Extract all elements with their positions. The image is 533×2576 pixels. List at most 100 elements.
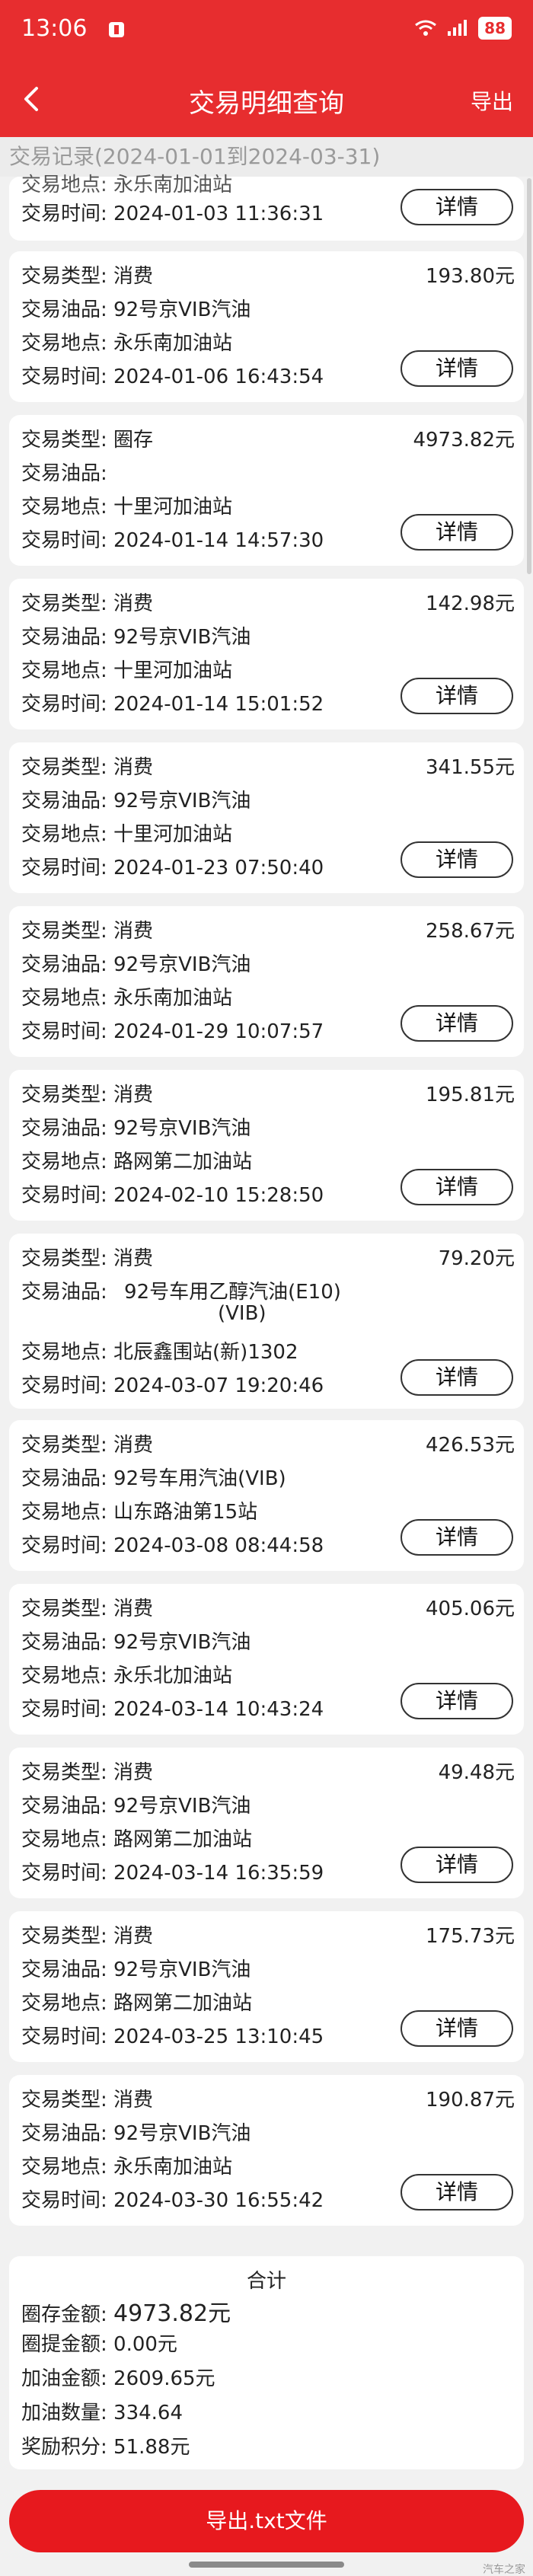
record-place: 交易地点: 北辰鑫围站(新)1302 bbox=[21, 1341, 298, 1364]
record-type: 交易类型: 消费 bbox=[21, 1247, 154, 1270]
detail-button[interactable]: 详情 bbox=[401, 841, 513, 878]
record-oil: 交易油品: 92号车用汽油(VIB) bbox=[21, 1467, 286, 1490]
record-card: 交易类型: 消费 交易油品: 92号京VIB汽油 交易地点: 永乐南加油站 交易时间:… bbox=[9, 2075, 524, 2226]
summary-points: 奖励积分: 51.88元 bbox=[21, 2436, 190, 2459]
record-time: 交易时间: 2024-03-25 13:10:45 bbox=[21, 2025, 324, 2048]
summary-title: 合计 bbox=[246, 2270, 286, 2293]
summary-load: 圈存金额: 4973.82元 bbox=[21, 2300, 231, 2327]
export-txt-button[interactable]: 导出.txt文件 bbox=[9, 2490, 524, 2552]
record-amount: 49.48元 bbox=[438, 1761, 515, 1784]
record-time: 交易时间: 2024-03-07 19:20:46 bbox=[21, 1374, 324, 1397]
export-link[interactable]: 导出 bbox=[471, 85, 513, 116]
summary-fuel-amount: 加油金额: 2609.65元 bbox=[21, 2367, 215, 2390]
detail-button[interactable]: 详情 bbox=[401, 2010, 513, 2047]
record-amount: 142.98元 bbox=[426, 592, 515, 615]
record-oil: 交易油品: 92号京VIB汽油 bbox=[21, 1958, 251, 1981]
system-icons: 88 bbox=[414, 17, 512, 40]
detail-button[interactable]: 详情 bbox=[401, 1683, 513, 1719]
record-place: 交易地点: 十里河加油站 bbox=[21, 496, 233, 519]
summary-withdraw: 圈提金额: 0.00元 bbox=[21, 2333, 177, 2356]
record-time: 交易时间: 2024-01-14 14:57:30 bbox=[21, 529, 324, 552]
record-oil-line2: (VIB) bbox=[218, 1302, 266, 1325]
record-amount: 195.81元 bbox=[426, 1084, 515, 1106]
record-type: 交易类型: 消费 bbox=[21, 1761, 154, 1784]
detail-button[interactable]: 详情 bbox=[401, 1005, 513, 1042]
record-oil: 交易油品: 92号京VIB汽油 bbox=[21, 1117, 251, 1140]
record-amount: 341.55元 bbox=[426, 756, 515, 779]
detail-button[interactable]: 详情 bbox=[401, 189, 513, 225]
detail-button[interactable]: 详情 bbox=[401, 514, 513, 551]
record-place: 交易地点: 十里河加油站 bbox=[21, 659, 233, 682]
record-card-partial: 交易地点: 永乐南加油站 交易时间: 2024-01-03 11:36:31 详… bbox=[9, 174, 524, 241]
summary-fuel-quantity: 加油数量: 334.64 bbox=[21, 2402, 184, 2424]
record-time: 交易时间: 2024-01-29 10:07:57 bbox=[21, 1020, 324, 1043]
signal-icon bbox=[448, 20, 468, 36]
detail-button[interactable]: 详情 bbox=[401, 1169, 513, 1205]
record-type: 交易类型: 消费 bbox=[21, 1434, 154, 1457]
record-oil: 交易油品: 92号京VIB汽油 bbox=[21, 953, 251, 976]
record-place: 交易地点: 十里河加油站 bbox=[21, 823, 233, 846]
record-card: 交易类型: 消费交易油品: 92号京VIB汽油 交易地点: 十里河加油站交易时间:… bbox=[9, 742, 524, 893]
record-time: 交易时间: 2024-01-23 07:50:40 bbox=[21, 857, 324, 879]
record-place: 交易地点: 路网第二加油站 bbox=[21, 1828, 253, 1851]
detail-button[interactable]: 详情 bbox=[401, 350, 513, 387]
record-amount: 79.20元 bbox=[438, 1247, 515, 1270]
detail-button[interactable]: 详情 bbox=[401, 678, 513, 714]
record-type: 交易类型: 消费 bbox=[21, 265, 154, 288]
app-header: 交易明细查询 导出 bbox=[0, 61, 533, 137]
detail-button[interactable]: 详情 bbox=[401, 2174, 513, 2211]
record-type: 交易类型: 圈存 bbox=[21, 429, 154, 452]
page-title: 交易明细查询 bbox=[189, 88, 344, 119]
record-place: 交易地点: 路网第二加油站 bbox=[21, 1992, 253, 2015]
home-indicator bbox=[189, 2562, 344, 2568]
record-card: 交易类型: 消费交易油品: 92号京VIB汽油 交易地点: 永乐南加油站交易时间:… bbox=[9, 906, 524, 1057]
status-time: 13:06 bbox=[21, 15, 88, 42]
record-place: 交易地点: 永乐南加油站 bbox=[21, 332, 233, 355]
record-card: 交易类型: 消费交易油品: 92号京VIB汽油 交易地点: 永乐南加油站交易时间:… bbox=[9, 251, 524, 402]
record-card: 交易类型: 消费 交易油品: 92号京VIB汽油 交易地点: 路网第二加油站 交易时间… bbox=[9, 1748, 524, 1898]
record-amount: 175.73元 bbox=[426, 1925, 515, 1948]
summary-card: 合计 圈存金额: 4973.82元 圈提金额: 0.00元 加油金额: 2609… bbox=[9, 2256, 524, 2469]
record-amount: 193.80元 bbox=[426, 265, 515, 288]
record-amount: 405.06元 bbox=[426, 1598, 515, 1620]
record-place: 交易地点: 路网第二加油站 bbox=[21, 1151, 253, 1173]
record-oil: 交易油品: 92号车用乙醇汽油(E10) bbox=[21, 1281, 341, 1304]
record-type: 交易类型: 消费 bbox=[21, 756, 154, 779]
record-oil: 交易油品: 92号京VIB汽油 bbox=[21, 1631, 251, 1654]
record-time: 交易时间: 2024-02-10 15:28:50 bbox=[21, 1184, 324, 1207]
detail-button[interactable]: 详情 bbox=[401, 1519, 513, 1556]
record-time: 交易时间: 2024-03-08 08:44:58 bbox=[21, 1534, 324, 1557]
record-card: 交易类型: 消费 交易油品: 92号京VIB汽油 交易地点: 十里河加油站 交易时间:… bbox=[9, 579, 524, 729]
notification-icon bbox=[109, 22, 124, 37]
watermark: 汽车之家 bbox=[483, 2564, 525, 2576]
battery-indicator: 88 bbox=[478, 17, 512, 40]
record-card: 交易类型: 消费交易油品: 92号车用乙醇汽油(E10) 交易地点: 北辰鑫围站(… bbox=[9, 1234, 524, 1409]
record-card: 交易类型: 消费交易油品: 92号车用汽油(VIB) 交易地点: 山东路油第15站… bbox=[9, 1420, 524, 1571]
record-type: 交易类型: 消费 bbox=[21, 920, 154, 943]
record-amount: 426.53元 bbox=[426, 1434, 515, 1457]
status-bar: 13:06 88 bbox=[0, 0, 533, 61]
record-place: 交易地点: 永乐南加油站 bbox=[21, 987, 233, 1010]
record-time: 交易时间: 2024-01-06 16:43:54 bbox=[21, 365, 324, 388]
record-time: 交易时间: 2024-03-30 16:55:42 bbox=[21, 2189, 324, 2212]
record-place: 交易地点: 永乐南加油站 bbox=[21, 174, 233, 196]
record-type: 交易类型: 消费 bbox=[21, 1598, 154, 1620]
record-place: 交易地点: 永乐北加油站 bbox=[21, 1665, 233, 1687]
record-oil: 交易油品: 92号京VIB汽油 bbox=[21, 1795, 251, 1818]
record-oil: 交易油品: 92号京VIB汽油 bbox=[21, 790, 251, 812]
record-amount: 258.67元 bbox=[426, 920, 515, 943]
record-type: 交易类型: 消费 bbox=[21, 1084, 154, 1106]
record-oil: 交易油品: 92号京VIB汽油 bbox=[21, 298, 251, 321]
wifi-icon bbox=[415, 20, 437, 36]
record-type: 交易类型: 消费 bbox=[21, 1925, 154, 1948]
record-amount: 190.87元 bbox=[426, 2089, 515, 2112]
record-oil: 交易油品: bbox=[21, 462, 107, 485]
detail-button[interactable]: 详情 bbox=[401, 1359, 513, 1396]
record-card: 交易类型: 消费交易油品: 92号京VIB汽油 交易地点: 路网第二加油站交易时间… bbox=[9, 1911, 524, 2062]
record-place: 交易地点: 山东路油第15站 bbox=[21, 1501, 258, 1524]
record-oil: 交易油品: 92号京VIB汽油 bbox=[21, 2122, 251, 2145]
record-amount: 4973.82元 bbox=[413, 429, 515, 452]
scrollbar[interactable] bbox=[527, 178, 531, 574]
record-card: 交易类型: 消费 交易油品: 92号京VIB汽油 交易地点: 永乐北加油站 交易时间:… bbox=[9, 1584, 524, 1735]
detail-button[interactable]: 详情 bbox=[401, 1847, 513, 1883]
